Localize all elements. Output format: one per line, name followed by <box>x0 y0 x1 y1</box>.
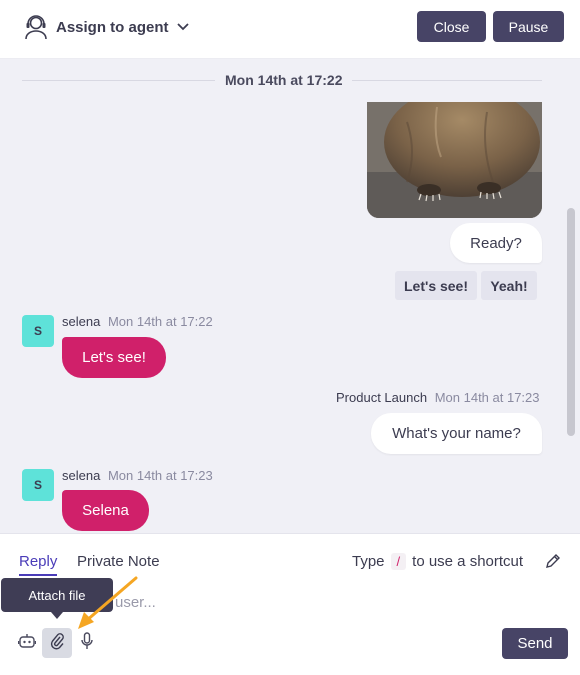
outgoing-message: Ready? <box>450 223 542 263</box>
sender-name: selena <box>62 468 101 483</box>
sender-name: selena <box>62 314 101 329</box>
sender-name: Product Launch <box>336 390 428 405</box>
incoming-message: Selena <box>62 490 149 531</box>
message-timestamp: Mon 14th at 17:23 <box>107 468 213 483</box>
quick-reply-lets-see[interactable]: Let's see! <box>395 271 477 300</box>
assign-to-agent-dropdown[interactable]: Assign to agent <box>24 12 189 42</box>
paperclip-icon <box>50 632 64 655</box>
message-timestamp: Mon 14th at 17:22 <box>107 314 213 329</box>
message-text: Selena <box>82 502 129 519</box>
message-meta: Product Launch Mon 14th at 17:23 <box>336 390 540 405</box>
message-image[interactable] <box>367 102 542 218</box>
pause-button[interactable]: Pause <box>493 11 564 42</box>
voice-note-button[interactable] <box>73 628 101 658</box>
incoming-message: Let's see! <box>62 337 166 378</box>
bot-button[interactable] <box>13 628 41 658</box>
animal-photo-image <box>367 102 542 218</box>
tooltip-arrow <box>51 612 63 619</box>
shortcut-hint-suffix: to use a shortcut <box>412 553 524 570</box>
message-meta: selena Mon 14th at 17:22 <box>62 314 213 329</box>
shortcut-key: / <box>390 553 407 570</box>
outgoing-message: What's your name? <box>371 413 542 454</box>
agent-headset-icon <box>24 14 48 40</box>
message-text: Let's see! <box>82 349 146 366</box>
tab-reply[interactable]: Reply <box>19 553 57 570</box>
date-separator-label: Mon 14th at 17:22 <box>215 72 353 88</box>
tab-private-note[interactable]: Private Note <box>77 553 160 570</box>
conversation-header: Assign to agent Close Pause <box>0 0 580 59</box>
chevron-down-icon <box>176 23 189 31</box>
microphone-icon <box>80 631 94 655</box>
conversation-scrollbar[interactable] <box>567 208 575 436</box>
reply-input-placeholder: user... <box>115 594 156 611</box>
message-text: What's your name? <box>392 425 521 442</box>
attach-file-button[interactable] <box>42 628 72 658</box>
pencil-icon[interactable] <box>544 552 562 575</box>
active-tab-indicator <box>19 574 57 576</box>
shortcut-hint: Type / to use a shortcut <box>352 553 523 570</box>
assign-label: Assign to agent <box>56 18 169 36</box>
avatar: S <box>22 469 54 501</box>
message-text: Ready? <box>470 234 522 252</box>
bot-icon <box>17 633 37 654</box>
message-timestamp: Mon 14th at 17:23 <box>434 390 540 405</box>
avatar: S <box>22 315 54 347</box>
attach-file-tooltip: Attach file <box>1 578 113 612</box>
shortcut-hint-prefix: Type <box>352 553 385 570</box>
send-button[interactable]: Send <box>502 628 568 659</box>
close-button[interactable]: Close <box>417 11 486 42</box>
conversation-thread[interactable]: Mon 14th at 17:22 Ready? Let's see! Yeah… <box>0 59 580 533</box>
quick-reply-yeah[interactable]: Yeah! <box>481 271 537 300</box>
message-meta: selena Mon 14th at 17:23 <box>62 468 213 483</box>
